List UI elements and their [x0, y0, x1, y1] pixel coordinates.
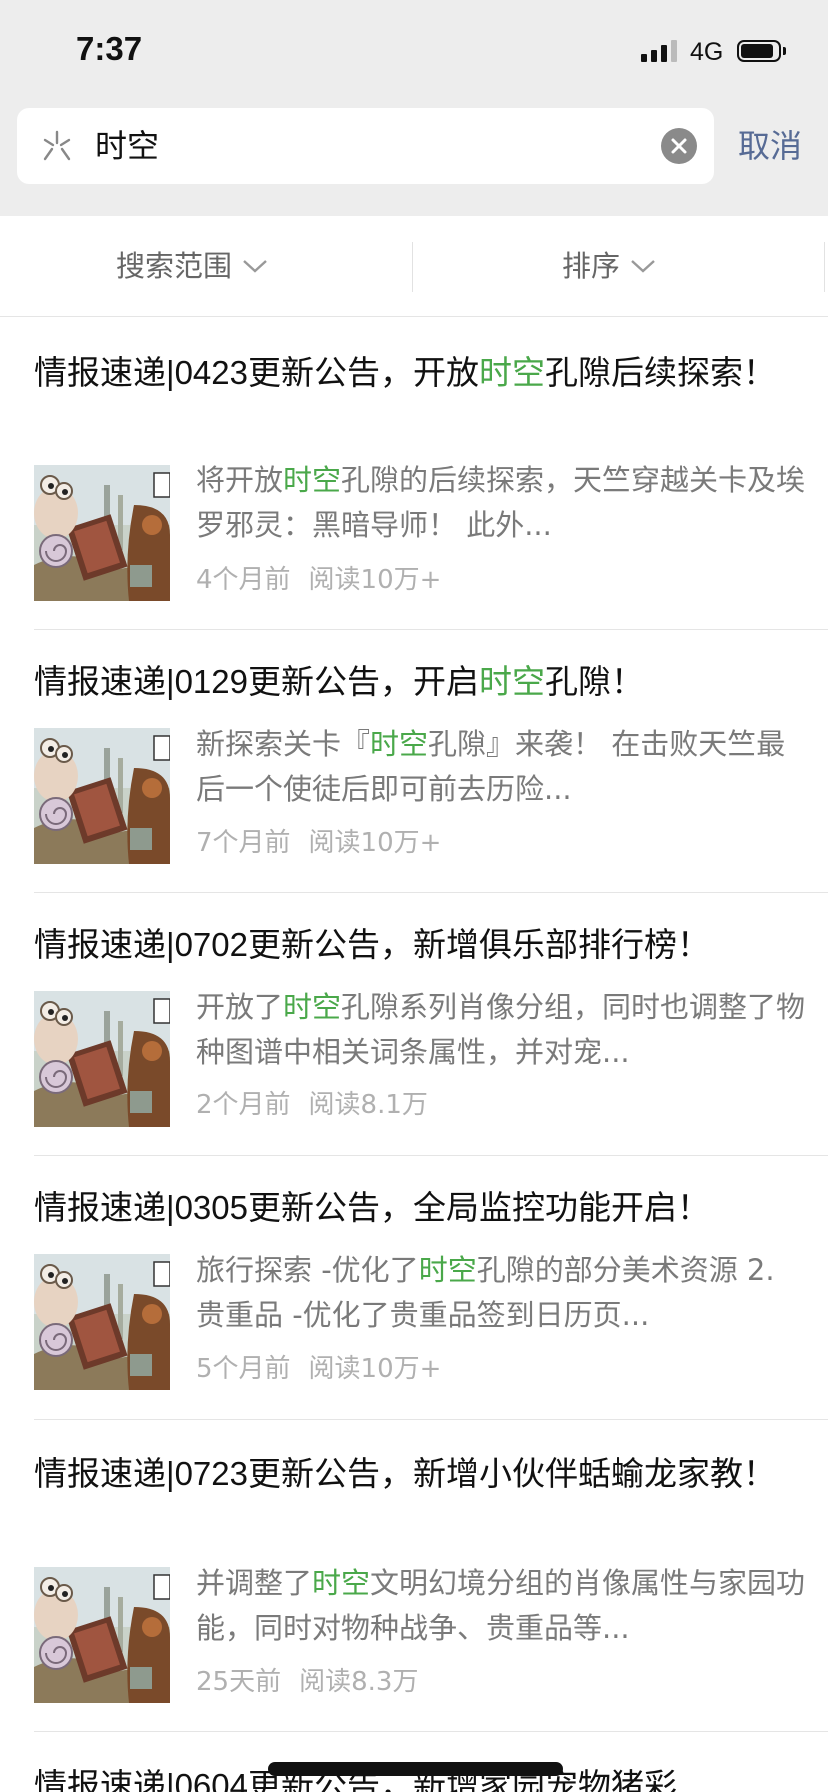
- article-meta: 7个月前 阅读10万+: [196, 826, 441, 860]
- article-meta: 5个月前 阅读10万+: [196, 1352, 441, 1386]
- clear-icon[interactable]: [661, 128, 697, 164]
- status-time: 7:37: [76, 30, 143, 67]
- article-reads: 阅读8.1万: [308, 1090, 428, 1120]
- article-time: 2个月前: [196, 1090, 291, 1120]
- home-indicator[interactable]: [268, 1762, 563, 1776]
- article-time: 5个月前: [196, 1354, 291, 1384]
- article-time: 7个月前: [196, 828, 291, 858]
- signal-icon: [641, 40, 677, 62]
- article-thumbnail: [34, 1567, 170, 1703]
- article-title[interactable]: 情报速递|0723更新公告，新增小伙伴蛞蝓龙家教！: [34, 1450, 804, 1498]
- cancel-button[interactable]: 取消: [738, 126, 802, 166]
- article-reads: 阅读8.3万: [299, 1667, 419, 1697]
- filter-divider: [824, 242, 825, 292]
- article-meta: 25天前 阅读8.3万: [196, 1665, 418, 1699]
- article-result[interactable]: 情报速递|0129更新公告，开启时空孔隙！ 新探索关卡『时空孔隙』来袭！ 在击败…: [34, 630, 828, 893]
- article-reads: 阅读10万+: [308, 565, 442, 595]
- article-result[interactable]: 情报速递|0423更新公告，开放时空孔隙后续探索！ 将开放时空孔隙的后续探索，天…: [34, 317, 828, 630]
- article-description: 并调整了时空文明幻境分组的肖像属性与家园功能，同时对物种战争、贵重品等...: [196, 1566, 806, 1645]
- article-meta: 2个月前 阅读8.1万: [196, 1088, 428, 1122]
- article-description: 将开放时空孔隙的后续探索，天竺穿越关卡及埃罗邪灵：黑暗导师！ 此外...: [196, 463, 806, 542]
- article-reads: 阅读10万+: [308, 1354, 442, 1384]
- search-input[interactable]: 时空: [95, 126, 655, 166]
- article-title[interactable]: 情报速递|0702更新公告，新增俱乐部排行榜！: [34, 921, 804, 969]
- battery-icon: [737, 40, 786, 62]
- article-thumbnail: [34, 728, 170, 864]
- article-title[interactable]: 情报速递|0305更新公告，全局监控功能开启！: [34, 1184, 804, 1232]
- article-title[interactable]: 情报速递|0129更新公告，开启时空孔隙！: [34, 658, 804, 706]
- search-scope-filter[interactable]: 搜索范围: [116, 248, 268, 284]
- article-thumbnail: [34, 465, 170, 601]
- filter-divider: [412, 242, 413, 292]
- wechat-search-icon: [43, 130, 71, 161]
- article-thumbnail: [34, 991, 170, 1127]
- status-bar: 7:37 4G: [0, 0, 828, 106]
- article-time: 25天前: [196, 1667, 282, 1697]
- filter-bar: 搜索范围 排序: [0, 216, 828, 317]
- network-type: 4G: [690, 38, 724, 66]
- article-title[interactable]: 情报速递|0423更新公告，开放时空孔隙后续探索！: [34, 349, 804, 397]
- article-result[interactable]: 情报速递|0723更新公告，新增小伙伴蛞蝓龙家教！ 并调整了时空文明幻境分组的肖…: [34, 1420, 828, 1732]
- search-scope-label: 搜索范围: [116, 249, 233, 283]
- article-time: 4个月前: [196, 565, 291, 595]
- chevron-down-icon: [243, 260, 267, 273]
- article-description: 新探索关卡『时空孔隙』来袭！ 在击败天竺最后一个使徒后即可前去历险...: [196, 727, 786, 806]
- sort-label: 排序: [562, 249, 621, 283]
- article-result[interactable]: 情报速递|0305更新公告，全局监控功能开启！ 旅行探索 -优化了时空孔隙的部分…: [34, 1156, 828, 1420]
- article-reads: 阅读10万+: [308, 828, 442, 858]
- search-box[interactable]: 时空: [17, 108, 714, 184]
- article-description: 开放了时空孔隙系列肖像分组，同时也调整了物种图谱中相关词条属性，并对宠...: [196, 990, 806, 1069]
- article-thumbnail: [34, 1254, 170, 1390]
- article-meta: 4个月前 阅读10万+: [196, 563, 441, 597]
- article-description: 旅行探索 -优化了时空孔隙的部分美术资源 2. 贵重品 -优化了贵重品签到日历页…: [196, 1253, 775, 1332]
- search-bar: 时空 取消: [0, 106, 828, 216]
- chevron-down-icon: [631, 260, 655, 273]
- sort-filter[interactable]: 排序: [562, 248, 656, 284]
- article-result[interactable]: 情报速递|0702更新公告，新增俱乐部排行榜！ 开放了时空孔隙系列肖像分组，同时…: [34, 893, 828, 1156]
